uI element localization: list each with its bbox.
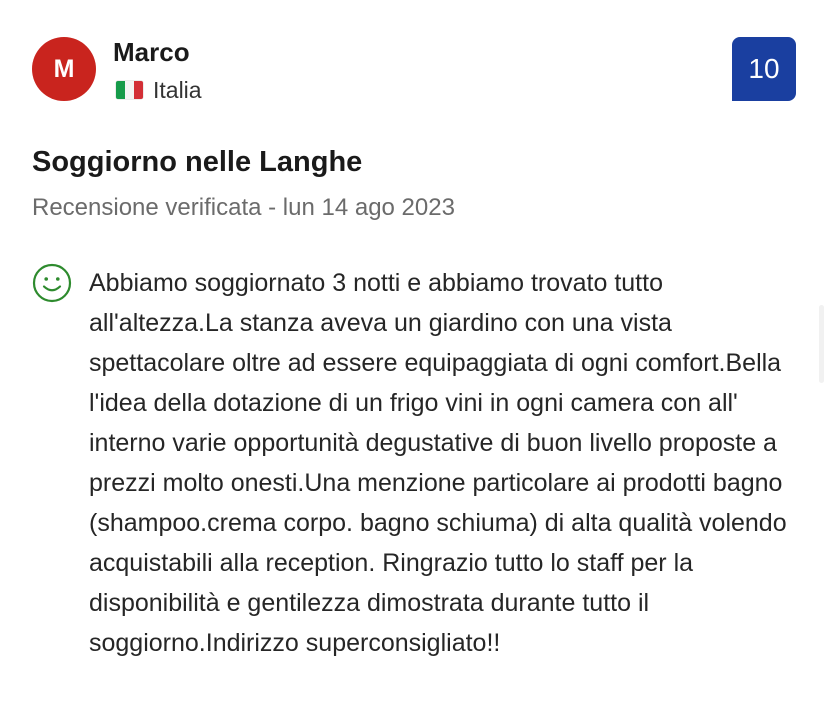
score-value: 10: [748, 53, 780, 84]
avatar-initial: M: [53, 54, 75, 83]
review-card: M Marco Italia 10 Soggiorno nelle Langhe…: [0, 0, 828, 726]
reviewer-country: Italia: [116, 75, 202, 105]
reviewer-name: Marco: [113, 37, 190, 67]
italy-flag-icon: [116, 81, 143, 99]
scrollbar[interactable]: [819, 305, 824, 383]
review-title: Soggiorno nelle Langhe: [32, 146, 363, 178]
country-name: Italia: [153, 76, 202, 103]
review-body: Abbiamo soggiornato 3 notti e abbiamo tr…: [89, 269, 787, 657]
review-meta: Recensione verificata - lun 14 ago 2023: [32, 194, 455, 221]
avatar: M: [32, 37, 96, 101]
score-badge: 10: [732, 37, 796, 101]
smiley-icon: [32, 263, 72, 303]
